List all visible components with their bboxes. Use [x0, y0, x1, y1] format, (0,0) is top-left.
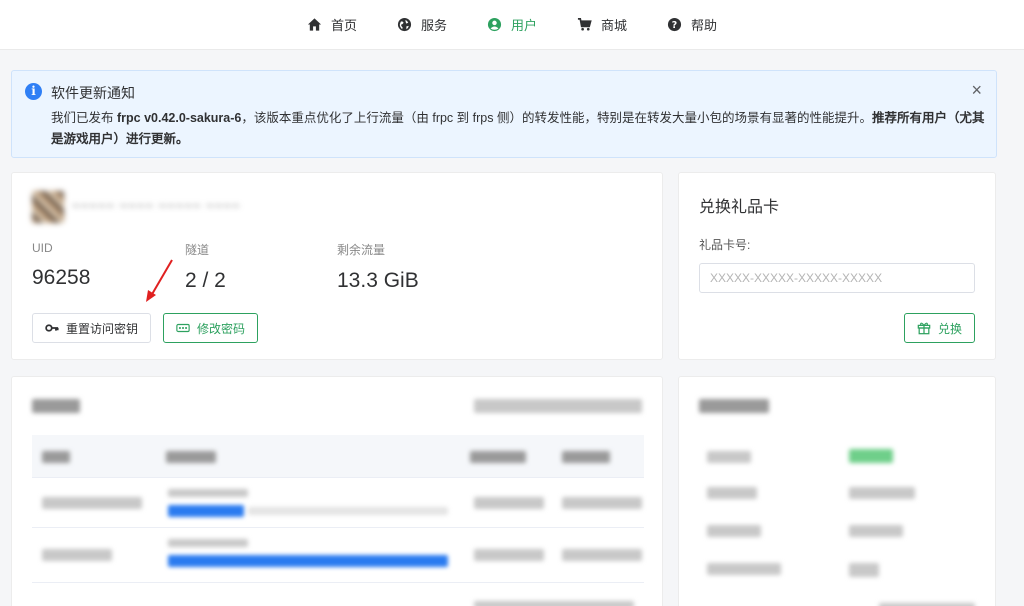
- tunnel-list-card: [11, 376, 663, 606]
- side-info-card: [678, 376, 996, 606]
- update-notice: i 软件更新通知 × 我们已发布 frpc v0.42.0-sakura-6，该…: [11, 70, 997, 158]
- gift-card-input[interactable]: [699, 263, 975, 293]
- red-arrow-annotation: [146, 259, 173, 302]
- change-password-button[interactable]: 修改密码: [163, 313, 259, 343]
- table-divider: [32, 582, 644, 583]
- avatar: [32, 191, 64, 223]
- reset-access-key-label: 重置访问密钥: [66, 321, 139, 336]
- nav-item-services[interactable]: 服务: [397, 15, 447, 34]
- notice-body-prefix: 我们已发布: [51, 111, 117, 125]
- blurred-column-header: [42, 451, 70, 463]
- stat-label: 隧道: [185, 243, 210, 257]
- blurred-label: [707, 563, 781, 575]
- blurred-value: [849, 525, 903, 537]
- blurred-row-cell: [474, 497, 544, 509]
- stat-label: 剩余流量: [337, 243, 386, 257]
- stat-uid: UID 96258: [32, 241, 90, 290]
- stat-tunnels: 隧道 2 / 2: [185, 241, 226, 293]
- blurred-value: [849, 563, 879, 577]
- blurred-row-cell: [168, 539, 248, 547]
- change-password-label: 修改密码: [197, 321, 246, 336]
- gift-icon: [917, 322, 931, 335]
- blurred-status-value: [849, 449, 893, 463]
- close-icon[interactable]: ×: [971, 80, 982, 101]
- blurred-card-header-text: [474, 399, 642, 413]
- blurred-row-cell: [562, 549, 642, 561]
- notice-body-middle: ，该版本重点优化了上行流量（由 frpc 到 frps 侧）的转发性能，特别是在…: [241, 111, 872, 125]
- gift-card-panel: 兑换礼品卡 礼品卡号: 兑换: [678, 172, 996, 360]
- info-icon: i: [25, 83, 42, 100]
- redeem-button[interactable]: 兑换: [903, 313, 975, 343]
- blurred-row-cell: [474, 601, 634, 606]
- blurred-row-cell: [474, 549, 544, 561]
- gift-card-title: 兑换礼品卡: [699, 199, 780, 216]
- user-info-card: ~~~~~ ~~~~ ~~~~~ ~~~~ UID 96258 隧道 2 / 2…: [11, 172, 663, 360]
- nav-item-home[interactable]: 首页: [307, 15, 357, 34]
- blurred-column-header: [166, 451, 216, 463]
- stat-value: 13.3 GiB: [337, 269, 419, 292]
- notice-title: 软件更新通知: [51, 85, 135, 101]
- home-icon: [307, 18, 322, 31]
- blurred-label: [707, 525, 761, 537]
- blurred-column-header: [562, 451, 610, 463]
- stat-traffic: 剩余流量 13.3 GiB: [337, 241, 419, 293]
- nav-item-label: 帮助: [691, 18, 718, 33]
- nav-item-user[interactable]: 用户: [487, 15, 537, 34]
- nav-item-label: 首页: [330, 18, 357, 33]
- nav-item-label: 用户: [510, 18, 537, 33]
- blurred-label: [707, 487, 757, 499]
- blurred-card-title: [32, 399, 80, 413]
- user-circle-icon: [487, 17, 502, 32]
- reset-access-key-button[interactable]: 重置访问密钥: [32, 313, 152, 343]
- top-nav: 首页 服务 用户 商城 ? 帮助: [0, 0, 1024, 50]
- nav-item-label: 服务: [420, 18, 447, 33]
- blurred-column-header: [470, 451, 526, 463]
- svg-text:?: ?: [672, 20, 677, 31]
- gift-card-field-label: 礼品卡号:: [699, 238, 751, 252]
- table-divider: [32, 527, 644, 528]
- table-header: [32, 435, 644, 477]
- username: ~~~~~ ~~~~ ~~~~~ ~~~~: [72, 198, 241, 213]
- help-icon: ?: [667, 17, 682, 32]
- cart-icon: [577, 18, 592, 31]
- blurred-row-cell: [562, 497, 642, 509]
- blurred-row-cell: [42, 549, 112, 561]
- globe-icon: [397, 17, 412, 32]
- notice-version: frpc v0.42.0-sakura-6: [116, 111, 242, 125]
- stat-value: 2 / 2: [185, 269, 226, 292]
- nav-item-help[interactable]: ? 帮助: [667, 15, 717, 34]
- blurred-row-cell: [42, 497, 142, 509]
- redeem-label: 兑换: [937, 321, 962, 336]
- password-dots-icon: [176, 323, 190, 333]
- blurred-row-link: [168, 505, 244, 517]
- blurred-value: [849, 487, 915, 499]
- key-icon: [45, 324, 59, 332]
- stat-label: UID: [32, 241, 53, 255]
- blurred-card-title: [699, 399, 769, 413]
- nav-item-label: 商城: [601, 18, 628, 33]
- notice-body: 我们已发布 frpc v0.42.0-sakura-6，该版本重点优化了上行流量…: [51, 108, 991, 150]
- blurred-label: [707, 451, 751, 463]
- blurred-row-cell: [168, 489, 248, 497]
- blurred-row-cell: [248, 507, 448, 515]
- table-divider: [32, 477, 644, 478]
- stat-value: 96258: [32, 266, 91, 289]
- nav-item-shop[interactable]: 商城: [577, 15, 627, 34]
- blurred-row-link: [168, 555, 448, 567]
